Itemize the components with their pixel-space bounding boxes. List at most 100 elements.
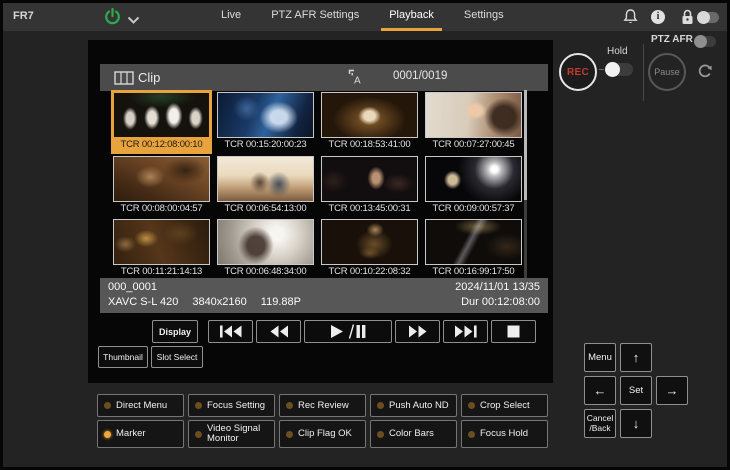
arrow-right-button[interactable]: → [656,376,688,405]
clip-timecode: TCR 00:16:99:17:50 [425,265,522,279]
clip-info-bar: 000_0001 XAVC S-L 4203840x2160119.88P 20… [100,278,548,313]
status-dot [104,431,111,438]
navigation-pad: Menu ↑ ← Set → Cancel /Back ↓ [584,343,688,438]
clip-timecode: TCR 00:13:45:00:31 [321,202,418,216]
hold-toggle[interactable] [606,63,633,76]
clip-timecode: TCR 00:06:54:13:00 [217,202,314,216]
clip-thumbnail[interactable]: TCR 00:16:99:17:50 [425,219,522,279]
tab-playback[interactable]: Playback [381,2,442,31]
assignable-clip-flag-ok[interactable]: Clip Flag OK [279,420,366,448]
clip-timecode: TCR 00:07:27:00:45 [425,138,522,152]
stop-button[interactable] [491,320,536,343]
assignable-button-grid: Direct Menu Focus Setting Rec Review Pus… [97,394,548,448]
chevron-down-icon[interactable] [127,12,140,21]
lock-toggle[interactable] [698,12,719,23]
assignable-video-signal-monitor[interactable]: Video Signal Monitor [188,420,275,448]
clip-timecode: TCR 00:09:00:57:37 [425,202,522,216]
clip-header: Clip A 0001/0019 [100,64,548,91]
reset-rotate-icon[interactable] [697,63,713,79]
status-dot [377,402,384,409]
svg-text:A: A [354,76,361,87]
slot-select-button[interactable]: Slot Select [151,346,203,368]
assignable-focus-setting[interactable]: Focus Setting [188,394,275,417]
clip-image [217,156,314,202]
clip-thumbnail[interactable]: TCR 00:13:45:00:31 [321,156,418,216]
clip-timecode: TCR 00:10:22:08:32 [321,265,418,279]
power-icon[interactable] [104,8,121,25]
hold-link-tick [599,69,604,70]
play-pause-button[interactable] [304,320,392,343]
previous-clip-button[interactable] [208,320,253,343]
clip-image [113,92,210,138]
clip-scrollbar[interactable] [524,90,527,278]
clip-thumbnail[interactable]: TCR 00:10:22:08:32 [321,219,418,279]
notification-bell-icon[interactable] [623,9,638,25]
up-arrow-icon: ↑ [633,350,640,365]
left-arrow-icon: ← [594,383,607,398]
assignable-direct-menu[interactable]: Direct Menu [97,394,184,417]
info-icon[interactable]: i [651,10,665,24]
right-arrow-icon: → [666,383,679,398]
clip-image [425,219,522,265]
clip-thumbnail-grid: TCR 00:12:08:00:10 TCR 00:15:20:00:23 TC… [113,92,524,279]
thumbnail-button[interactable]: Thumbnail [98,346,148,368]
clip-timecode: TCR 00:11:21:14:13 [113,265,210,279]
status-dot [377,431,384,438]
fast-forward-button[interactable] [395,320,440,343]
assignable-crop-select[interactable]: Crop Select [461,394,548,417]
status-dot [468,402,475,409]
clip-name: 000_0001 [108,280,315,295]
assignable-marker[interactable]: Marker [97,420,184,448]
pause-button[interactable]: Pause [648,53,686,91]
clip-datetime: 2024/11/01 13/35 [455,280,540,295]
sort-order-icon[interactable]: A [348,69,363,86]
assignable-push-auto-nd[interactable]: Push Auto ND [370,394,457,417]
rec-button[interactable]: REC [559,53,597,91]
rewind-button[interactable] [256,320,301,343]
status-dot [104,402,111,409]
lock-icon[interactable] [681,9,694,25]
set-button[interactable]: Set [620,376,652,405]
clip-image [217,92,314,138]
device-name: FR7 [13,10,34,22]
clip-timecode: TCR 00:15:20:00:23 [217,138,314,152]
clip-duration: Dur 00:12:08:00 [455,295,540,310]
clip-thumbnail[interactable]: TCR 00:08:00:04:57 [113,156,210,216]
clip-timecode: TCR 00:12:08:00:10 [113,138,210,152]
assignable-rec-review[interactable]: Rec Review [279,394,366,417]
hold-label: Hold [607,46,628,57]
clip-image [321,92,418,138]
top-bar: FR7 Live PTZ AFR Settings Playback Setti… [3,2,727,31]
clip-thumbnail[interactable]: TCR 00:06:48:34:00 [217,219,314,279]
clip-codec: XAVC S-L 420 [108,296,178,308]
status-dot [286,402,293,409]
cancel-back-button[interactable]: Cancel /Back [584,409,616,438]
menu-button[interactable]: Menu [584,343,616,372]
clip-image [217,219,314,265]
clip-thumbnail[interactable]: TCR 00:09:00:57:37 [425,156,522,216]
clip-scrollbar-thumb[interactable] [524,90,527,200]
clip-thumbnail[interactable]: TCR 00:18:53:41:00 [321,92,418,152]
arrow-down-button[interactable]: ↓ [620,409,652,438]
assignable-color-bars[interactable]: Color Bars [370,420,457,448]
tab-ptz-afr-settings[interactable]: PTZ AFR Settings [263,2,367,31]
clip-browser-panel: Clip A 0001/0019 TCR 00:12:08:00:10 TCR … [88,40,553,383]
clip-panel-title: Clip [138,70,160,85]
clip-thumbnail[interactable]: TCR 00:07:27:00:45 [425,92,522,152]
arrow-up-button[interactable]: ↑ [620,343,652,372]
display-button[interactable]: Display [152,320,198,343]
assignable-focus-hold[interactable]: Focus Hold [461,420,548,448]
clip-thumbnail[interactable]: TCR 00:15:20:00:23 [217,92,314,152]
arrow-left-button[interactable]: ← [584,376,616,405]
next-clip-button[interactable] [443,320,488,343]
clip-image [113,156,210,202]
tab-live[interactable]: Live [213,2,249,31]
clip-thumbnail[interactable]: TCR 00:06:54:13:00 [217,156,314,216]
clip-timecode: TCR 00:06:48:34:00 [217,265,314,279]
status-dot [468,431,475,438]
controls-divider [643,44,644,101]
clip-thumbnail[interactable]: TCR 00:12:08:00:10 [113,92,210,152]
tab-settings[interactable]: Settings [456,2,512,31]
ptz-afr-toggle[interactable] [695,36,716,47]
clip-thumbnail[interactable]: TCR 00:11:21:14:13 [113,219,210,279]
